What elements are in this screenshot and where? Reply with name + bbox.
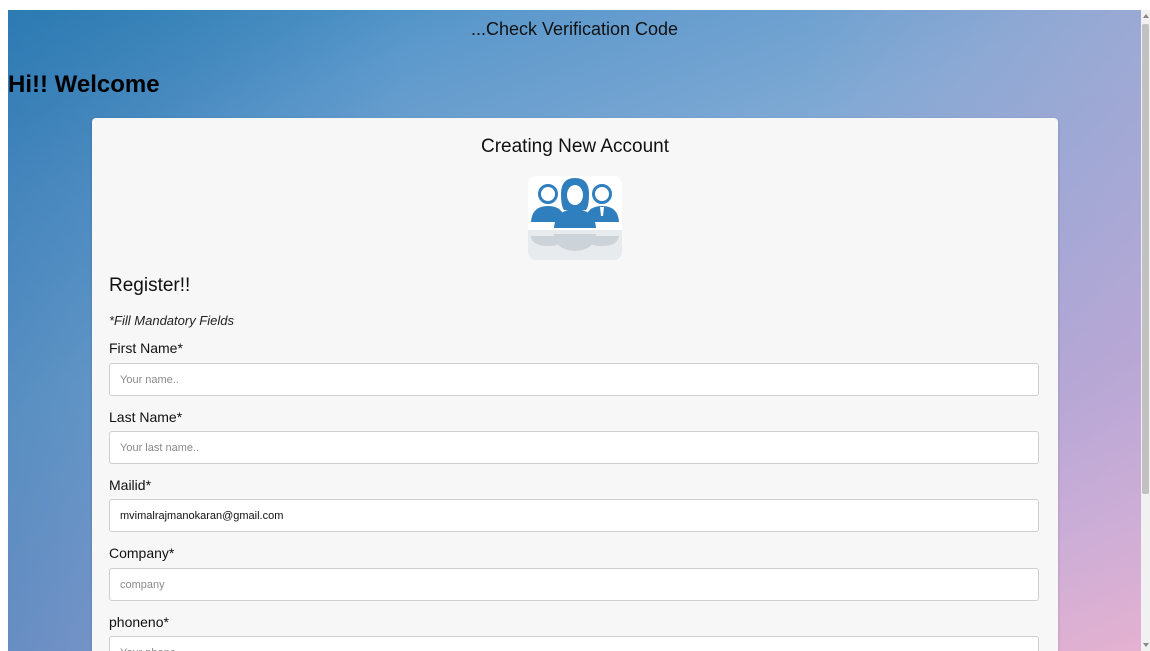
register-heading: Register!! [109,275,191,296]
company-input[interactable] [109,568,1039,601]
first-name-label: First Name* [109,340,183,356]
first-name-input[interactable] [109,363,1039,396]
mandatory-note: *Fill Mandatory Fields [109,313,234,328]
mailid-input[interactable] [109,499,1039,532]
last-name-input[interactable] [109,431,1039,464]
users-group-icon [528,176,622,260]
welcome-heading: Hi!! Welcome [8,71,160,98]
scroll-down-icon[interactable] [1143,643,1149,647]
page-scrollbar[interactable] [1141,10,1150,651]
scrollbar-thumb[interactable] [1142,24,1149,494]
verification-message: ...Check Verification Code [470,19,679,39]
mailid-label: Mailid* [109,477,152,493]
last-name-label: Last Name* [109,409,183,425]
card-title: Creating New Account [481,136,669,157]
register-card: Creating New Account Register!! *Fill Ma… [92,118,1058,651]
company-label: Company* [109,545,175,561]
page-viewport: ...Check Verification Code Hi!! Welcome … [8,10,1141,651]
phoneno-input[interactable] [109,636,1039,651]
scroll-up-icon[interactable] [1143,14,1149,18]
phoneno-label: phoneno* [109,614,169,630]
